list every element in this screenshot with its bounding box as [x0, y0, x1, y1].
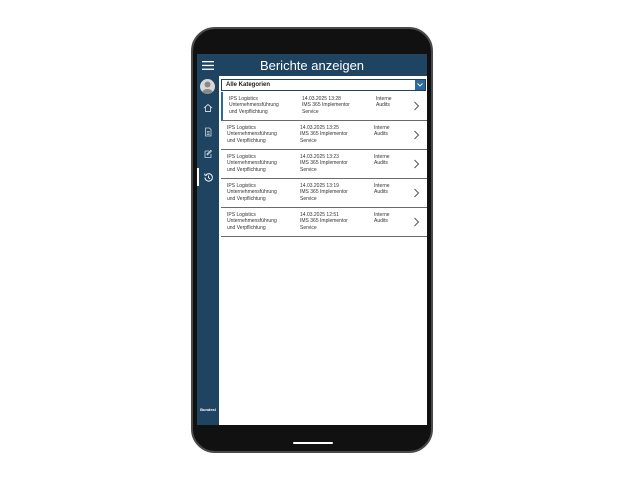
report-type: Interne Audits — [374, 212, 404, 225]
edit-icon — [204, 149, 213, 158]
report-subject-line2: und Verpflichtung — [227, 166, 266, 173]
report-type: Interne Audits — [374, 154, 404, 167]
chevron-down-icon — [415, 80, 425, 90]
report-subject: IPS Logistics Unternehmensführung und Ve… — [227, 212, 297, 231]
report-service-line2: Service — [300, 166, 317, 173]
sidebar-item-documents[interactable] — [200, 124, 216, 140]
chevron-right-icon[interactable] — [413, 101, 420, 111]
report-meta: 14.03.2025 13:25 IMS 365 Implementor Ser… — [300, 125, 370, 144]
list-item[interactable]: IPS Logistics Unternehmensführung und Ve… — [221, 121, 427, 150]
chevron-right-icon[interactable] — [413, 217, 420, 227]
list-item[interactable]: IPS Logistics Unternehmensführung und Ve… — [221, 179, 427, 208]
sidebar-item-history[interactable] — [200, 169, 216, 185]
report-subject: IPS Logistics Unternehmensführung und Ve… — [229, 96, 299, 115]
report-meta: 14.03.2025 13:19 IMS 365 Implementor Ser… — [300, 183, 370, 202]
brand-logo: Bundesl — [200, 407, 216, 412]
report-service-line2: Service — [300, 137, 317, 144]
report-service-line2: Service — [300, 224, 317, 231]
user-icon — [202, 81, 213, 94]
chevron-right-icon[interactable] — [413, 130, 420, 140]
list-item[interactable]: IPS Logistics Unternehmensführung und Ve… — [221, 92, 427, 121]
report-type-line2: Audits — [374, 131, 388, 138]
report-type-line2: Audits — [374, 160, 388, 167]
sidebar-item-edit[interactable] — [200, 146, 216, 162]
history-icon — [203, 172, 213, 182]
report-subject: IPS Logistics Unternehmensführung und Ve… — [227, 154, 297, 173]
report-list: IPS Logistics Unternehmensführung und Ve… — [221, 92, 427, 237]
report-type-line2: Audits — [374, 189, 388, 196]
home-icon — [203, 103, 213, 112]
report-subject-line2: und Verpflichtung — [229, 108, 268, 115]
list-item[interactable]: IPS Logistics Unternehmensführung und Ve… — [221, 150, 427, 179]
chevron-right-icon[interactable] — [413, 188, 420, 198]
page-title: Berichte anzeigen — [259, 57, 365, 73]
app-screen: Berichte anzeigen Bundesl Alle Kategorie… — [197, 54, 427, 425]
sidebar-active-indicator — [197, 168, 199, 186]
report-service-line2: Service — [300, 195, 317, 202]
report-subject-line2: und Verpflichtung — [227, 195, 266, 202]
phone-frame: Berichte anzeigen Bundesl Alle Kategorie… — [191, 27, 433, 453]
report-type: Interne Audits — [374, 125, 404, 138]
report-meta: 14.03.2025 13:23 IMS 365 Implementor Ser… — [300, 154, 370, 173]
hamburger-menu-button[interactable] — [197, 54, 219, 76]
chevron-right-icon[interactable] — [413, 159, 420, 169]
category-select[interactable]: Alle Kategorien — [221, 79, 426, 91]
report-type: Interne Audits — [376, 96, 406, 109]
app-header: Berichte anzeigen — [197, 54, 427, 76]
report-type: Interne Audits — [374, 183, 404, 196]
report-meta: 14.03.2025 12:51 IMS 365 Implementor Ser… — [300, 212, 370, 231]
sidebar-item-home[interactable] — [200, 100, 216, 116]
report-subject-line2: und Verpflichtung — [227, 137, 266, 144]
sidebar: Bundesl — [197, 76, 219, 425]
hamburger-icon — [202, 60, 214, 70]
avatar[interactable] — [200, 79, 215, 94]
report-service-line2: Service — [302, 108, 319, 115]
report-subject-line2: und Verpflichtung — [227, 224, 266, 231]
home-indicator[interactable] — [293, 442, 333, 444]
list-item[interactable]: IPS Logistics Unternehmensführung und Ve… — [221, 208, 427, 237]
report-meta: 14.03.2025 13:28 IMS 365 Implementor Ser… — [302, 96, 372, 115]
report-subject: IPS Logistics Unternehmensführung und Ve… — [227, 183, 297, 202]
report-subject: IPS Logistics Unternehmensführung und Ve… — [227, 125, 297, 144]
document-icon — [205, 127, 212, 137]
category-select-value: Alle Kategorien — [226, 82, 271, 88]
report-type-line2: Audits — [374, 218, 388, 225]
report-type-line2: Audits — [376, 102, 390, 109]
